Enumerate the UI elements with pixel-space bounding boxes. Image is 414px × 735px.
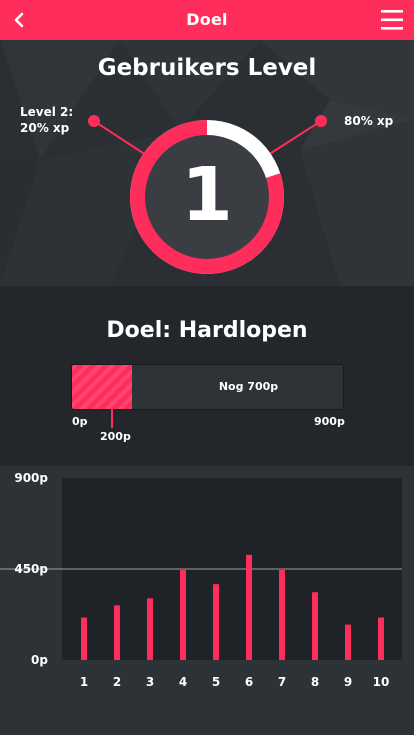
y-tick-label: 900p <box>14 471 48 485</box>
y-tick-label: 450p <box>14 562 48 576</box>
goal-min-label: 0p <box>72 415 88 428</box>
bar <box>345 624 351 660</box>
level-number: 1 <box>181 152 233 238</box>
bar <box>246 554 252 660</box>
bar <box>114 605 120 660</box>
x-tick-label: 1 <box>80 675 88 689</box>
goal-max-label: 900p <box>314 415 345 428</box>
bar <box>147 598 153 660</box>
user-level-section: Gebruikers Level Level 2: 20% xp 80% xp … <box>0 40 414 286</box>
bar <box>378 617 384 660</box>
x-tick-label: 8 <box>311 675 319 689</box>
goal-current-marker <box>111 408 113 428</box>
x-tick-label: 2 <box>113 675 121 689</box>
y-tick-label: 0p <box>31 653 48 667</box>
goal-progress-bar: Nog 700p <box>71 364 344 410</box>
bar <box>279 570 285 660</box>
page-title: Doel <box>186 10 228 29</box>
bar <box>312 592 318 660</box>
goal-title: Doel: Hardlopen <box>106 318 308 343</box>
goal-progress-fill <box>72 365 133 409</box>
x-tick-label: 10 <box>373 675 390 689</box>
x-tick-label: 9 <box>344 675 352 689</box>
bar <box>213 584 219 660</box>
bar <box>81 617 87 660</box>
goal-remaining-label: Nog 700p <box>218 380 279 393</box>
goal-current-label: 200p <box>100 430 131 443</box>
x-tick-label: 5 <box>212 675 220 689</box>
hamburger-menu-icon[interactable] <box>380 8 404 32</box>
x-tick-label: 6 <box>245 675 253 689</box>
bar-chart: 900p 450p 0p 1 2 3 4 5 6 7 8 9 10 <box>0 471 402 689</box>
left-pointer-dot <box>88 115 100 127</box>
progress-chart-section: 900p 450p 0p 1 2 3 4 5 6 7 8 9 10 <box>0 466 414 735</box>
top-bar: Doel <box>0 0 414 40</box>
x-tick-label: 4 <box>179 675 187 689</box>
right-pointer-dot <box>315 115 327 127</box>
x-tick-label: 7 <box>278 675 286 689</box>
bar <box>180 570 186 660</box>
x-tick-label: 3 <box>146 675 154 689</box>
goal-section: Doel: Hardlopen Nog 700p 0p 900p 200p <box>0 286 414 466</box>
